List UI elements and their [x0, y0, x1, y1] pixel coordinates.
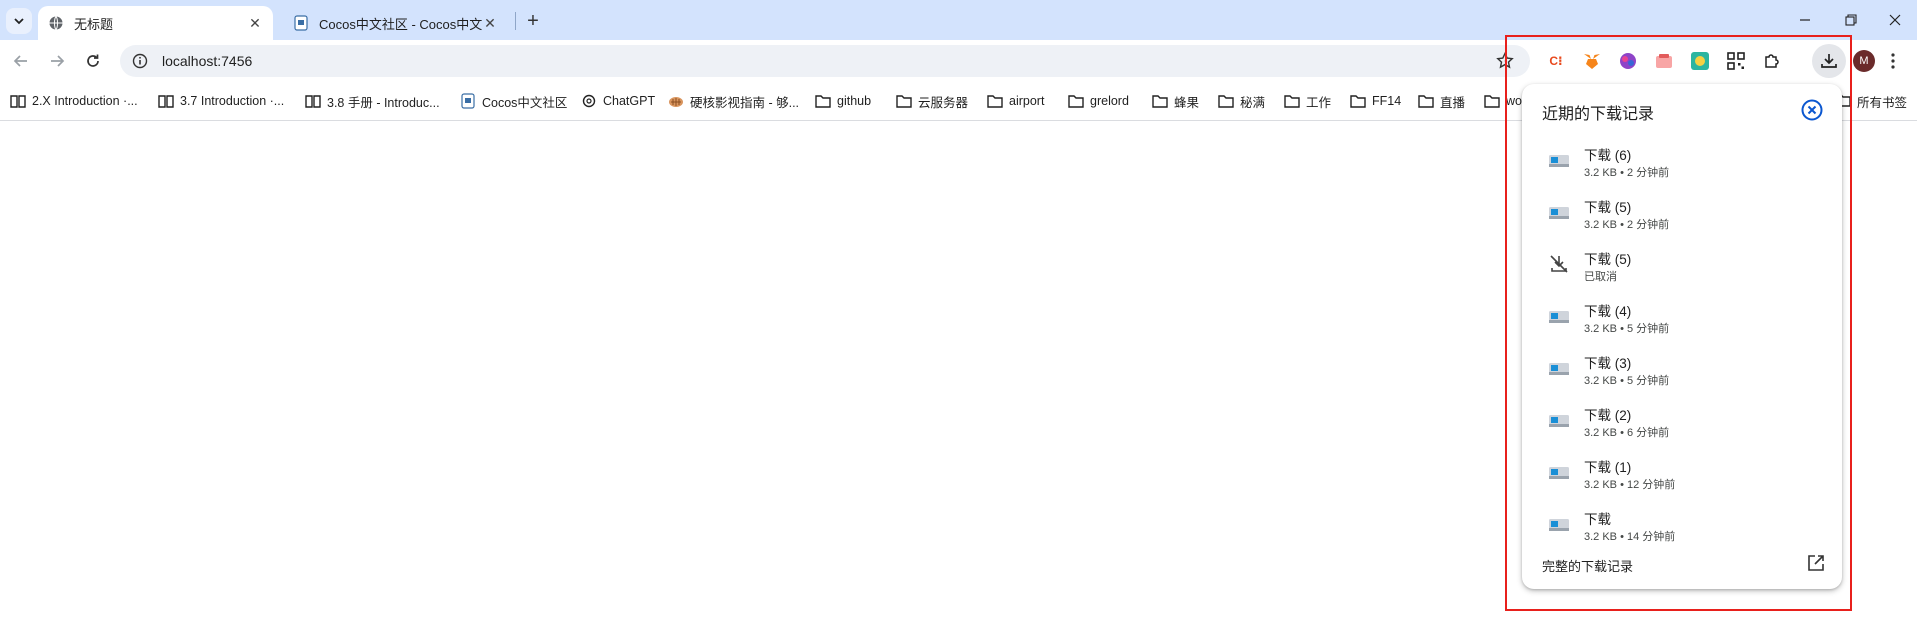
bookmark-item[interactable]: 硬核影视指南 - 够... — [668, 91, 799, 111]
folder-icon — [1484, 93, 1500, 109]
tab-strip: 无标题 ✕ Cocos中文社区 - Cocos中文社 ✕ + — [0, 0, 1917, 40]
bookmark-label: airport — [1009, 94, 1045, 108]
bookmark-folder[interactable]: 工作 — [1284, 91, 1331, 111]
folder-icon — [1218, 93, 1234, 109]
bookmark-folder[interactable]: github — [815, 91, 871, 111]
reload-icon — [87, 54, 99, 67]
bookmark-label: github — [837, 94, 872, 108]
folder-icon — [896, 93, 912, 109]
bookmark-label: ChatGPT — [603, 94, 656, 108]
tab-active[interactable]: 无标题 ✕ — [38, 6, 273, 40]
bookmark-item[interactable]: ChatGPT — [581, 91, 655, 111]
film-icon — [668, 93, 684, 109]
bookmark-item[interactable]: 3.8 手册 - Introduc... — [305, 91, 440, 111]
url-text: localhost:7456 — [162, 53, 253, 69]
minimize-icon — [1800, 19, 1810, 21]
site-info-icon[interactable] — [130, 51, 150, 71]
folder-icon — [1284, 93, 1300, 109]
close-icon[interactable]: ✕ — [482, 15, 498, 31]
close-window-button[interactable] — [1873, 6, 1917, 34]
bookmark-label: 硬核影视指南 - 够... — [690, 95, 800, 110]
close-icon[interactable]: ✕ — [247, 15, 263, 31]
bookmark-label: 3.7 Introduction ·... — [180, 94, 285, 108]
bookmark-label: 工作 — [1306, 95, 1332, 110]
bookmark-folder[interactable]: 秘满 — [1218, 91, 1265, 111]
menu-icon[interactable] — [1885, 50, 1901, 72]
folder-icon — [815, 93, 831, 109]
bookmark-folder[interactable]: airport — [987, 91, 1044, 111]
openai-icon — [581, 93, 597, 109]
bookmark-label: Cocos中文社区 — [482, 95, 568, 110]
address-bar[interactable]: localhost:7456 — [120, 45, 1530, 77]
bookmark-item[interactable]: 3.7 Introduction ·... — [158, 91, 284, 111]
tab-separator — [515, 12, 516, 30]
avatar[interactable]: M — [1853, 50, 1875, 72]
close-icon — [1889, 14, 1901, 26]
bookmark-folder[interactable]: FF14 — [1350, 91, 1401, 111]
bookmark-label: FF14 — [1372, 94, 1402, 108]
folder-icon — [1418, 93, 1434, 109]
bookmark-label: 3.8 手册 - Introduc... — [327, 95, 440, 110]
chevron-down-icon — [14, 18, 24, 25]
tab-title: 无标题 — [74, 16, 114, 32]
bookmark-label: grelord — [1090, 94, 1129, 108]
back-button[interactable] — [6, 46, 36, 76]
new-tab-button[interactable]: + — [520, 8, 546, 34]
bookmark-label: 2.X Introduction ·... — [32, 94, 138, 108]
bookmark-folder[interactable]: 云服务器 — [896, 91, 968, 111]
cocos-icon — [460, 93, 476, 109]
bookmark-folder[interactable]: grelord — [1068, 91, 1129, 111]
folder-icon — [987, 93, 1003, 109]
book-icon — [10, 93, 26, 109]
reload-button[interactable] — [78, 46, 108, 76]
tab-title: Cocos中文社区 - Cocos中文社 — [319, 16, 482, 32]
forward-button[interactable] — [42, 46, 72, 76]
restore-button[interactable] — [1829, 6, 1873, 34]
all-bookmarks-label: 所有书签 — [1857, 95, 1908, 110]
tab-cocos[interactable]: Cocos中文社区 - Cocos中文社 ✕ — [283, 6, 508, 40]
restore-icon — [1845, 14, 1857, 26]
book-icon — [305, 93, 321, 109]
cocos-icon — [293, 15, 309, 31]
arrow-right-icon — [51, 55, 65, 67]
folder-icon — [1350, 93, 1366, 109]
highlight-box — [1505, 35, 1852, 611]
bookmark-item[interactable]: Cocos中文社区 — [460, 91, 567, 111]
arrow-left-icon — [13, 55, 27, 67]
minimize-button[interactable] — [1783, 6, 1827, 34]
bookmark-item[interactable]: 2.X Introduction ·... — [10, 91, 138, 111]
bookmark-label: 秘满 — [1240, 95, 1266, 110]
bookmark-folder[interactable]: 蜂果 — [1152, 91, 1199, 111]
tab-search-button[interactable] — [6, 8, 32, 34]
folder-icon — [1068, 93, 1084, 109]
bookmark-folder[interactable]: 直播 — [1418, 91, 1465, 111]
bookmark-label: 蜂果 — [1174, 95, 1200, 110]
book-icon — [158, 93, 174, 109]
bookmark-label: 直播 — [1440, 95, 1466, 110]
folder-icon — [1152, 93, 1168, 109]
bookmark-label: 云服务器 — [918, 95, 969, 110]
globe-icon — [48, 15, 64, 31]
